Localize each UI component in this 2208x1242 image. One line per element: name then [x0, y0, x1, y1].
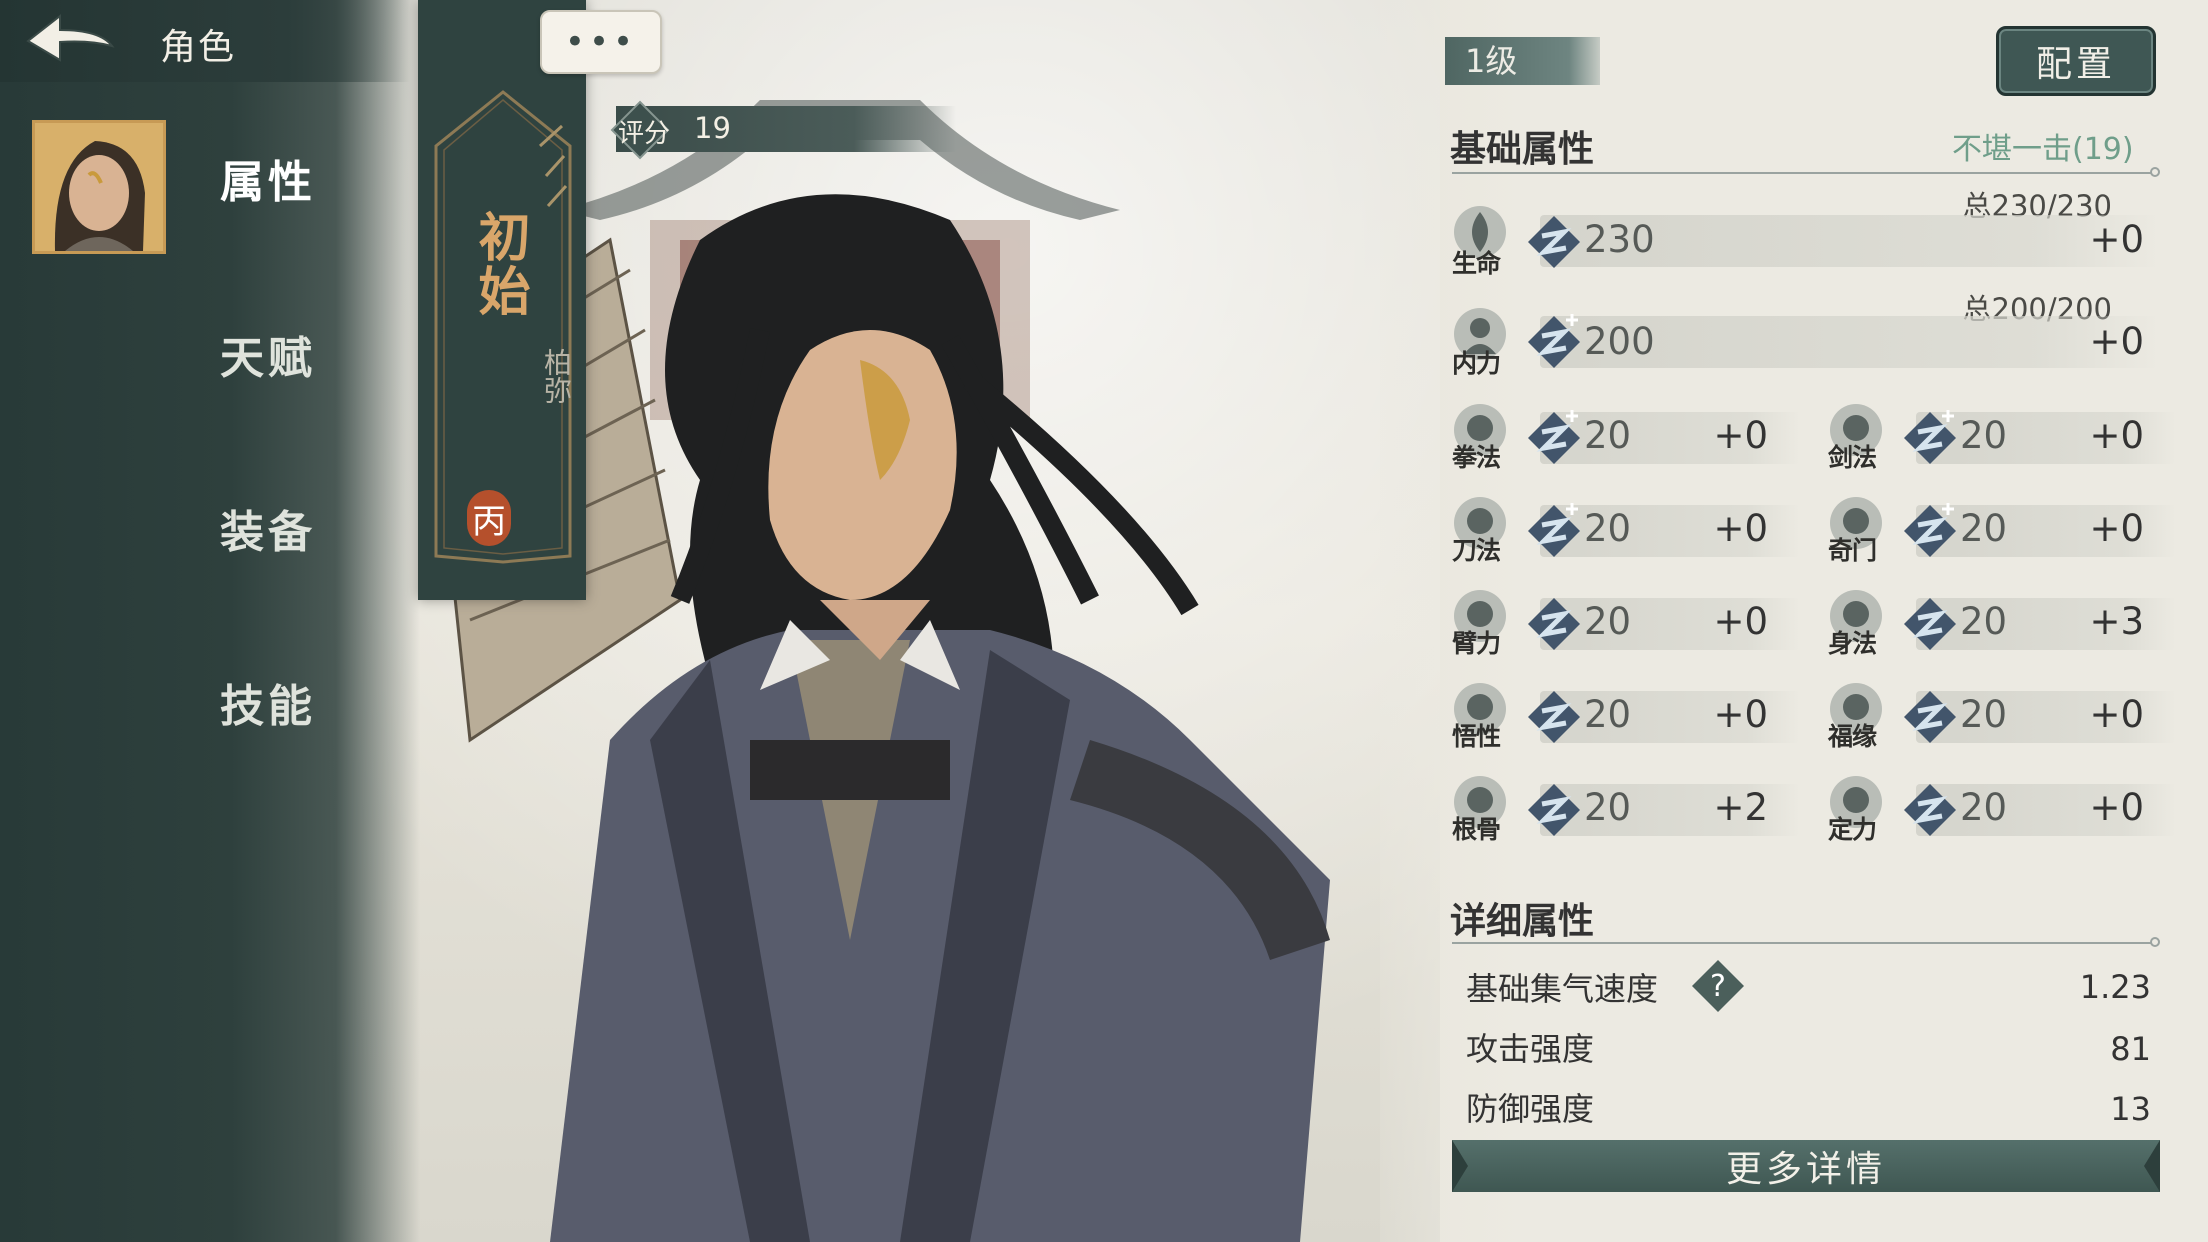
chat-bubble-button[interactable]: ••• — [540, 10, 662, 74]
stat-bonus: +0 — [1713, 693, 1768, 736]
stat-label: 根骨 — [1452, 815, 1501, 844]
rating-note: 不堪一击(19) — [1952, 132, 2134, 167]
stat-bonus: +3 — [2089, 600, 2144, 643]
button-left-cap — [1452, 1140, 1468, 1192]
hp-label: 生命 — [1452, 249, 1501, 278]
gem-icon — [1904, 503, 1956, 557]
stat-bonus: +0 — [2089, 414, 2144, 457]
gem-icon — [1904, 598, 1956, 650]
gem-icon — [1528, 691, 1580, 743]
detail-value: 13 — [2110, 1090, 2151, 1128]
more-details-button[interactable]: 更多详情 — [1452, 1140, 2160, 1192]
button-right-cap — [2144, 1140, 2160, 1192]
stat-label: 福缘 — [1828, 722, 1877, 751]
gem-icon — [1904, 691, 1956, 743]
detail-value: 81 — [2110, 1030, 2151, 1068]
stat-value: 20 — [1584, 507, 1632, 550]
stat-value: 20 — [1584, 693, 1632, 736]
stat-bonus: +0 — [1713, 414, 1768, 457]
divider — [1452, 937, 2160, 947]
stat-value: 20 — [1960, 414, 2008, 457]
more-details-label: 更多详情 — [1725, 1149, 1886, 1190]
character-name: 柏弥 — [540, 348, 573, 404]
stat-bonus: +0 — [2089, 507, 2144, 550]
stat-value: 20 — [1960, 600, 2008, 643]
gem-icon — [1528, 216, 1580, 268]
stat-label: 奇门 — [1828, 536, 1877, 565]
sidebar-item-skills[interactable]: 技能 — [220, 670, 316, 734]
avatar — [35, 123, 163, 251]
mp-bonus: +0 — [2089, 320, 2144, 363]
stat-label: 拳法 — [1452, 443, 1501, 472]
page-title: 角色 — [160, 27, 237, 68]
gem-icon — [1528, 410, 1580, 464]
stat-label: 悟性 — [1452, 722, 1501, 751]
stat-bonus: +2 — [1713, 786, 1768, 829]
detail-label: 攻击强度 — [1466, 1030, 1595, 1068]
stat-label: 刀法 — [1452, 536, 1501, 565]
stat-value: 20 — [1960, 693, 2008, 736]
banner-title: 初始 — [469, 210, 530, 318]
stat-value: 20 — [1584, 600, 1632, 643]
stat-value: 20 — [1584, 786, 1632, 829]
mp-label: 内力 — [1452, 349, 1501, 378]
rank-badge: 丙 — [467, 490, 511, 546]
stat-value: 20 — [1960, 786, 2008, 829]
stat-bonus: +0 — [2089, 786, 2144, 829]
stat-label: 定力 — [1828, 815, 1877, 844]
stat-label: 臂力 — [1452, 629, 1501, 658]
hp-bonus: +0 — [2089, 218, 2144, 261]
stat-bonus: +0 — [1713, 600, 1768, 643]
gem-icon — [1528, 503, 1580, 557]
stat-value: 20 — [1960, 507, 2008, 550]
divider — [1452, 167, 2160, 177]
level-tag: 1级 — [1445, 37, 1600, 85]
basic-attributes-title: 基础属性 — [1450, 129, 1595, 170]
detail-label: 防御强度 — [1466, 1090, 1595, 1128]
character-portrait[interactable] — [32, 120, 166, 254]
help-icon[interactable]: ? — [1690, 958, 1746, 1014]
stat-bonus: +0 — [1713, 507, 1768, 550]
config-button[interactable]: 配置 — [1996, 26, 2156, 96]
stat-label: 身法 — [1828, 629, 1877, 658]
hp-value: 230 — [1584, 218, 1655, 261]
gem-icon — [1528, 598, 1580, 650]
stat-value: 20 — [1584, 414, 1632, 457]
sidebar-item-talents[interactable]: 天赋 — [220, 322, 316, 386]
sidebar-item-attributes[interactable]: 属性 — [220, 146, 316, 210]
mp-value: 200 — [1584, 320, 1655, 363]
sidebar-item-equipment[interactable]: 装备 — [220, 496, 316, 560]
detail-label: 基础集气速度 — [1466, 970, 1659, 1008]
gem-icon — [1904, 784, 1956, 836]
detail-value: 1.23 — [2079, 968, 2151, 1006]
score-label: 评分 — [618, 119, 671, 149]
stat-label: 剑法 — [1828, 443, 1877, 472]
gem-icon — [1528, 314, 1580, 368]
stat-bonus: +0 — [2089, 693, 2144, 736]
svg-text:?: ? — [1710, 969, 1726, 1004]
back-arrow-icon[interactable] — [20, 10, 120, 72]
score-value: 19 — [694, 111, 731, 145]
gem-icon — [1904, 410, 1956, 464]
gem-icon — [1528, 784, 1580, 836]
detail-attributes-title: 详细属性 — [1450, 901, 1595, 942]
